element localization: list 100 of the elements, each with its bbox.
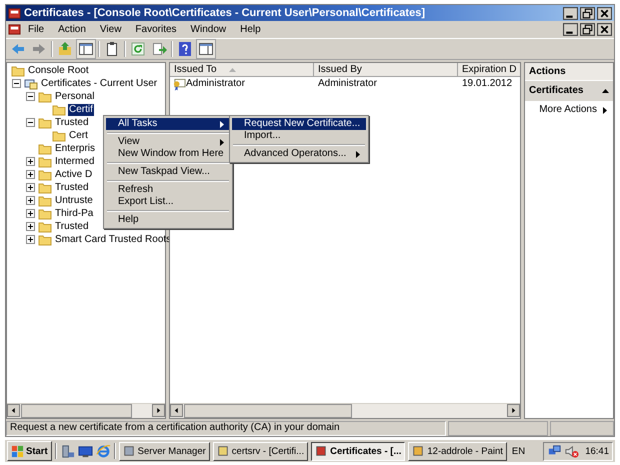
menu-item[interactable]: All Tasks xyxy=(106,118,230,130)
taskbar-button[interactable]: Certificates - [... xyxy=(311,442,406,460)
tree-item[interactable]: Cert xyxy=(68,130,89,142)
folder-icon xyxy=(38,90,52,102)
app-icon xyxy=(122,445,135,457)
menu-item[interactable]: Refresh xyxy=(106,184,230,196)
tree-item[interactable]: Certificates - Current User xyxy=(40,78,158,90)
folder-icon xyxy=(38,194,52,206)
scroll-left-icon[interactable] xyxy=(170,404,183,417)
tree-item[interactable]: Trusted xyxy=(54,182,90,194)
tree-item[interactable]: Untruste xyxy=(54,194,94,206)
sort-icon xyxy=(228,68,236,72)
certificate-store-icon xyxy=(24,78,38,90)
column-header[interactable]: Issued By xyxy=(314,63,458,77)
menu-item[interactable]: Import... xyxy=(232,130,366,142)
menu-item[interactable]: View xyxy=(106,136,230,148)
windows-flag-icon xyxy=(11,444,24,458)
menu-item[interactable]: File xyxy=(21,22,52,37)
app-icon xyxy=(412,445,424,457)
minimize-button[interactable] xyxy=(563,6,578,20)
collapse-icon[interactable] xyxy=(26,92,35,101)
expand-icon[interactable] xyxy=(26,235,35,244)
folder-icon xyxy=(38,116,52,128)
app-icon xyxy=(315,445,328,457)
scroll-thumb[interactable] xyxy=(184,404,352,418)
menu-item[interactable]: Window xyxy=(184,22,234,37)
column-header[interactable]: Issued To xyxy=(170,63,314,77)
scroll-right-icon[interactable] xyxy=(152,404,165,417)
export-icon[interactable] xyxy=(150,40,168,58)
tree-item[interactable]: Personal xyxy=(54,90,96,102)
close-button[interactable] xyxy=(597,6,612,20)
close-button[interactable] xyxy=(597,23,612,36)
tree-item[interactable]: Console Root xyxy=(27,64,90,76)
menu-item[interactable]: New Taskpad View... xyxy=(106,166,230,178)
actions-section-header[interactable]: Certificates xyxy=(525,81,613,101)
start-button[interactable]: Start xyxy=(7,441,52,461)
scroll-right-icon[interactable] xyxy=(507,404,520,417)
language-indicator[interactable]: EN xyxy=(510,446,528,456)
tree-item[interactable]: Enterpris xyxy=(54,142,96,154)
restore-button[interactable] xyxy=(580,6,595,20)
expand-icon[interactable] xyxy=(26,157,35,166)
menu-item[interactable]: Request New Certificate... xyxy=(232,118,366,130)
column-header[interactable]: Expiration D xyxy=(458,63,520,77)
menu-item[interactable]: Favorites xyxy=(128,22,184,37)
status-panel xyxy=(550,421,614,436)
app-icon xyxy=(8,23,21,36)
menu-item[interactable]: Help xyxy=(106,214,230,226)
expand-icon[interactable] xyxy=(26,209,35,218)
action-link[interactable]: More Actions xyxy=(539,104,597,116)
scroll-thumb[interactable] xyxy=(21,404,132,418)
certificate-icon xyxy=(173,78,186,90)
app-icon xyxy=(8,6,21,20)
folder-icon xyxy=(38,182,52,194)
desktop-icon[interactable] xyxy=(78,444,93,458)
folder-icon xyxy=(52,104,66,116)
tree-item[interactable]: Certif xyxy=(68,104,94,116)
actions-header: Actions xyxy=(525,63,613,81)
app-icon xyxy=(216,445,229,457)
menu-item[interactable]: Help xyxy=(233,22,268,37)
collapse-icon[interactable] xyxy=(12,79,21,88)
help-icon[interactable] xyxy=(176,40,194,58)
collapse-icon[interactable] xyxy=(26,118,35,127)
tree-pane-icon[interactable] xyxy=(77,40,95,58)
table-cell: Administrator xyxy=(318,77,377,91)
status-text: Request a new certificate from a certification authority (CA) in your domain xyxy=(6,421,446,436)
submenu-arrow-icon xyxy=(603,106,607,114)
taskbar-button[interactable]: Server Manager xyxy=(118,442,210,460)
taskbar-button[interactable]: certsrv - [Certifi... xyxy=(212,442,308,460)
taskbar-button[interactable]: 12-addrole - Paint xyxy=(408,442,507,460)
table-cell: Administrator xyxy=(186,77,245,91)
folder-icon xyxy=(38,208,52,220)
scroll-left-icon[interactable] xyxy=(7,404,20,417)
folder-icon xyxy=(38,142,52,154)
minimize-button[interactable] xyxy=(563,23,578,36)
tree-item[interactable]: Third-Pa xyxy=(54,208,94,220)
folder-icon xyxy=(38,220,52,232)
expand-icon[interactable] xyxy=(26,196,35,205)
horizontal-scrollbar[interactable] xyxy=(170,403,520,418)
expand-icon[interactable] xyxy=(26,170,35,179)
menu-item[interactable]: View xyxy=(92,22,128,37)
folder-icon xyxy=(52,130,66,142)
horizontal-scrollbar[interactable] xyxy=(7,403,165,418)
tree-item[interactable]: Active D xyxy=(54,168,94,180)
menu-item[interactable]: Export List... xyxy=(106,196,230,208)
tree-item[interactable]: Intermed xyxy=(54,156,96,168)
menu-item[interactable]: New Window from Here xyxy=(106,148,230,160)
menu-item[interactable]: Action xyxy=(51,22,93,37)
tree-item[interactable]: Trusted xyxy=(54,220,90,232)
muted-speaker-icon[interactable] xyxy=(564,444,580,458)
restore-button[interactable] xyxy=(580,23,595,36)
folder-icon xyxy=(38,234,52,246)
folder-icon xyxy=(11,64,25,76)
folder-icon xyxy=(38,156,52,168)
menu-item[interactable]: Advanced Operatons... xyxy=(232,148,366,160)
server-icon[interactable] xyxy=(60,444,75,458)
tree-item[interactable]: Trusted xyxy=(54,116,90,128)
refresh-icon[interactable] xyxy=(129,40,147,58)
expand-icon[interactable] xyxy=(26,183,35,192)
expand-icon[interactable] xyxy=(26,222,35,231)
action-pane-icon[interactable] xyxy=(197,40,215,58)
